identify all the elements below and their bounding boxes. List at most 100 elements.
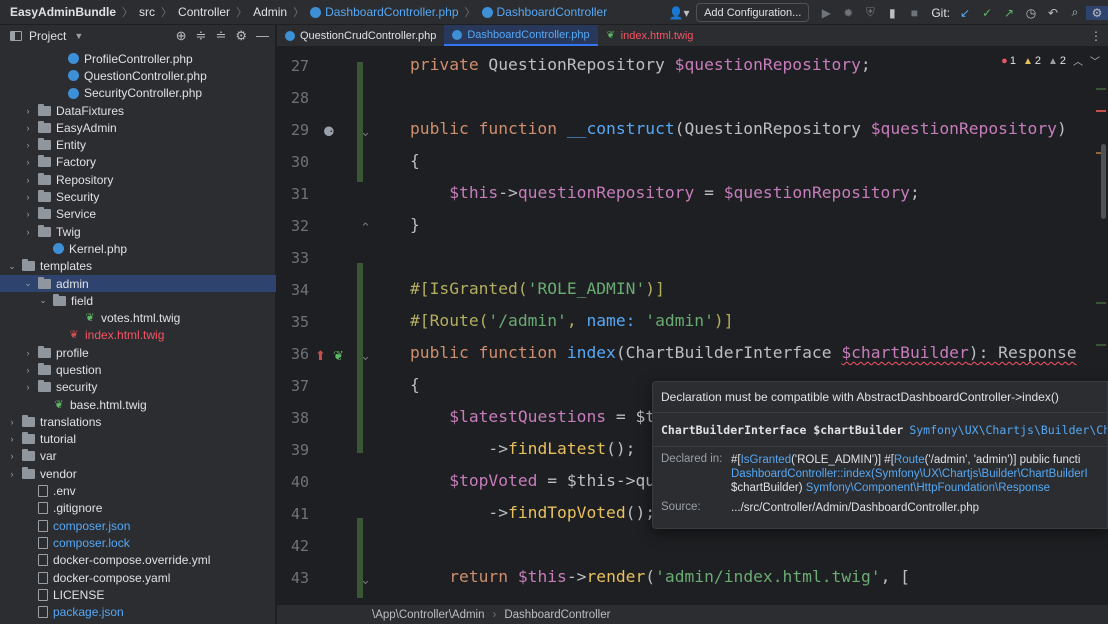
code-line[interactable]: { [410, 375, 420, 394]
inspection-tooltip[interactable]: Declaration must be compatible with Abst… [652, 381, 1108, 529]
chevron-right-icon[interactable]: › [22, 106, 34, 116]
fold-icon[interactable]: ⌄ [360, 124, 371, 140]
tree-item[interactable]: › Factory [0, 154, 276, 171]
tree-item[interactable]: .env [0, 482, 276, 499]
param-type-link[interactable]: (Symfony\UX\Chartjs\Builder\ChartBuilder… [871, 468, 1088, 480]
crumb-src[interactable]: src [139, 5, 155, 19]
line-number[interactable]: 43 [277, 569, 309, 587]
chevron-right-icon[interactable]: › [22, 365, 34, 375]
line-number[interactable]: 42 [277, 537, 309, 555]
tree-item[interactable]: composer.lock [0, 534, 276, 551]
tree-item[interactable]: › Entity [0, 136, 276, 153]
tree-item[interactable]: ⌄ field [0, 292, 276, 309]
tree-item[interactable]: Kernel.php [0, 240, 276, 257]
code-line[interactable]: return $this->render('admin/index.html.t… [410, 567, 910, 586]
add-configuration-button[interactable]: Add Configuration... [696, 3, 810, 22]
tree-item[interactable]: › security [0, 379, 276, 396]
code-line[interactable]: ->findLatest(); [410, 439, 635, 458]
chevron-down-icon[interactable]: ﹀ [1090, 53, 1100, 68]
chevron-down-icon[interactable]: ⌄ [37, 295, 49, 306]
tree-item[interactable]: .gitignore [0, 500, 276, 517]
line-number[interactable]: 33 [277, 249, 309, 267]
line-number[interactable]: 38 [277, 409, 309, 427]
fold-icon[interactable]: ⌄ [360, 348, 371, 364]
tree-item[interactable]: › Security [0, 188, 276, 205]
tree-item[interactable]: › question [0, 361, 276, 378]
change-marker[interactable] [1096, 344, 1106, 346]
warning-count[interactable]: 2 [1023, 55, 1041, 67]
chevron-right-icon[interactable]: › [6, 469, 18, 479]
weak-warning-count[interactable]: 2 [1048, 55, 1066, 67]
debug-icon[interactable]: ✹ [837, 6, 859, 20]
crumb-controller[interactable]: Controller [178, 5, 230, 19]
git-push-icon[interactable]: ↗ [998, 6, 1020, 20]
change-marker[interactable] [1096, 88, 1106, 90]
code-line[interactable]: { [410, 151, 420, 170]
tree-item[interactable]: › translations [0, 413, 276, 430]
run-icon[interactable]: ▶ [815, 6, 837, 20]
more-tabs-icon[interactable]: ⋮ [1090, 25, 1102, 47]
code-line[interactable]: public function index(ChartBuilderInterf… [410, 343, 1077, 362]
chevron-right-icon[interactable]: › [22, 382, 34, 392]
coverage-icon[interactable]: ⛨ [859, 5, 881, 20]
overrides-icon[interactable]: ⬆ [315, 348, 326, 364]
code-line[interactable]: $topVoted = $this->qu [410, 471, 655, 490]
line-number[interactable]: 29 [277, 121, 309, 139]
expand-all-icon[interactable]: ≑ [196, 28, 207, 44]
tab-dashboardcontroller[interactable]: DashboardController.php [444, 25, 598, 46]
vcs-change-marker[interactable] [357, 62, 363, 182]
tree-item[interactable]: › tutorial [0, 431, 276, 448]
signature-type-link[interactable]: Symfony\UX\Chartjs\Builder\Cha [909, 423, 1107, 437]
gear-icon[interactable]: ⚙ [235, 28, 247, 44]
tree-item[interactable]: › vendor [0, 465, 276, 482]
code-line[interactable]: #[Route('/admin', name: 'admin')] [410, 311, 734, 330]
locate-icon[interactable]: ⊕ [176, 28, 187, 44]
rollback-icon[interactable]: ↶ [1042, 6, 1064, 20]
tab-index-twig[interactable]: ❦ index.html.twig [598, 25, 702, 46]
editor-gutter[interactable]: 27 28 29 30 31 32 33 34 35 36 37 38 39 40 41 42 43 ⚈ ⌄ ⌃ ⬆ ❦ ⌄… [277, 48, 371, 604]
hide-icon[interactable]: — [256, 28, 269, 43]
chevron-right-icon[interactable]: › [22, 348, 34, 358]
line-number[interactable]: 34 [277, 281, 309, 299]
code-line[interactable]: } [410, 215, 420, 234]
route-link[interactable]: Route [894, 454, 925, 466]
chevron-right-icon[interactable]: › [22, 192, 34, 202]
code-line[interactable]: public function __construct(QuestionRepo… [410, 119, 1067, 138]
line-number[interactable]: 41 [277, 505, 309, 523]
crumb-project[interactable]: EasyAdminBundle [10, 5, 116, 19]
tree-item[interactable]: ⌄ admin [0, 274, 276, 293]
chevron-right-icon[interactable]: › [22, 209, 34, 219]
status-path-namespace[interactable]: \App\Controller\Admin [372, 609, 485, 621]
collapse-all-icon[interactable]: ≐ [215, 28, 226, 44]
chevron-up-icon[interactable]: ︿ [1073, 53, 1083, 68]
chevron-down-icon[interactable]: ▼ [74, 31, 83, 41]
chevron-right-icon[interactable]: › [22, 157, 34, 167]
settings-icon[interactable]: ⚙ [1086, 5, 1108, 20]
error-count[interactable]: 1 [1001, 55, 1016, 67]
user-icon[interactable]: 👤▾ [668, 6, 690, 20]
line-number[interactable]: 31 [277, 185, 309, 203]
tab-questioncrudcontroller[interactable]: QuestionCrudController.php [277, 25, 444, 46]
chevron-down-icon[interactable]: ⌄ [22, 278, 34, 289]
line-number[interactable]: 27 [277, 57, 309, 75]
return-type-link[interactable]: Symfony\Component\HttpFoundation\Respons… [806, 482, 1050, 494]
git-update-icon[interactable]: ↙ [954, 6, 976, 20]
line-number[interactable]: 37 [277, 377, 309, 395]
isgranted-link[interactable]: IsGranted [741, 454, 792, 466]
tree-item[interactable]: docker-compose.override.yml [0, 552, 276, 569]
line-number[interactable]: 30 [277, 153, 309, 171]
tree-item[interactable]: ❦ index.html.twig [0, 327, 276, 344]
tree-item[interactable]: package.json [0, 604, 276, 621]
twig-gutter-icon[interactable]: ❦ [333, 348, 344, 364]
chevron-down-icon[interactable]: ⌄ [6, 261, 18, 272]
chevron-right-icon[interactable]: › [6, 434, 18, 444]
history-icon[interactable]: ◷ [1020, 6, 1042, 20]
change-marker[interactable] [1096, 302, 1106, 304]
crumb-class[interactable]: DashboardController [497, 5, 608, 19]
stop-icon[interactable]: ■ [903, 6, 925, 20]
code-line[interactable]: private QuestionRepository $questionRepo… [410, 55, 871, 74]
line-number[interactable]: 35 [277, 313, 309, 331]
line-number[interactable]: 28 [277, 89, 309, 107]
line-number[interactable]: 36 [277, 345, 309, 363]
code-line[interactable]: $latestQuestions = $t [410, 407, 655, 426]
